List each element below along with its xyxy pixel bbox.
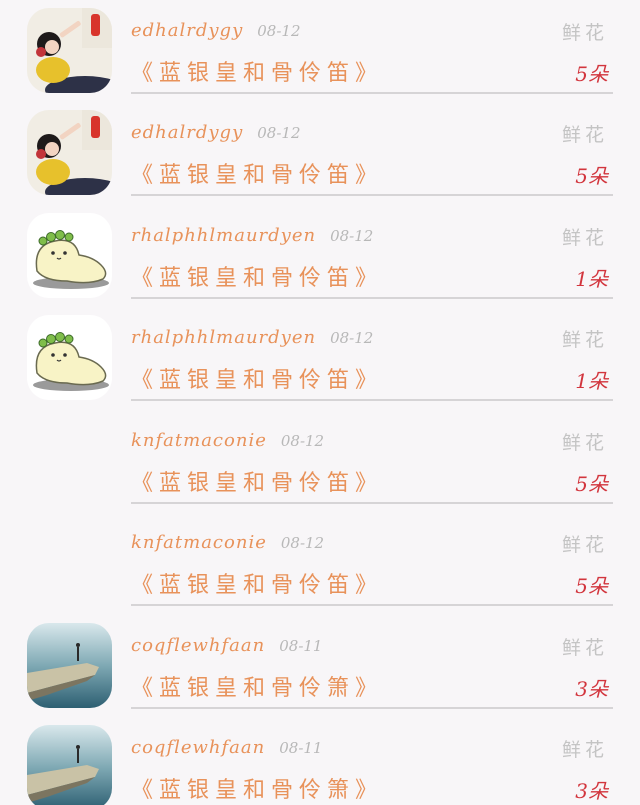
username[interactable]: coqflewhfaan 08-11	[131, 737, 322, 758]
book-title[interactable]: 《蓝银皇和骨伶笛》	[131, 55, 383, 87]
user-avatar[interactable]	[27, 725, 112, 805]
username-text[interactable]: knfatmaconie	[131, 430, 267, 451]
gift-date: 08-12	[330, 329, 374, 347]
book-title[interactable]: 《蓝银皇和骨伶箫》	[131, 670, 383, 702]
book-title[interactable]: 《蓝银皇和骨伶笛》	[131, 260, 383, 292]
gift-count: 5朵	[575, 574, 608, 598]
gift-type-label: 鲜花	[561, 739, 608, 761]
user-avatar[interactable]	[27, 8, 112, 93]
row-divider	[131, 707, 613, 709]
gift-record-item[interactable]: edhalrdygy 08-12 《蓝银皇和骨伶笛》 鲜花 5朵	[0, 102, 640, 204]
gift-type-label: 鲜花	[561, 534, 608, 556]
user-avatar[interactable]	[27, 623, 112, 708]
gift-count: 5朵	[575, 164, 608, 188]
username-text[interactable]: knfatmaconie	[131, 532, 267, 553]
gift-count: 3朵	[575, 779, 608, 803]
gift-record-item[interactable]: knfatmaconie 08-12 《蓝银皇和骨伶笛》 鲜花 5朵	[0, 512, 640, 614]
book-title[interactable]: 《蓝银皇和骨伶笛》	[131, 567, 383, 599]
gift-count: 5朵	[575, 472, 608, 496]
user-avatar[interactable]	[27, 315, 112, 400]
row-divider	[131, 92, 613, 94]
username[interactable]: knfatmaconie 08-12	[131, 430, 324, 451]
username[interactable]: knfatmaconie 08-12	[131, 532, 324, 553]
book-title[interactable]: 《蓝银皇和骨伶笛》	[131, 465, 383, 497]
gift-count: 1朵	[575, 267, 608, 291]
gift-date: 08-12	[280, 534, 325, 552]
row-divider	[131, 297, 613, 299]
gift-record-list: edhalrdygy 08-12 《蓝银皇和骨伶笛》 鲜花 5朵 edhalrdy…	[0, 0, 640, 805]
cartoon-blob-icon	[27, 315, 112, 400]
gift-record-item[interactable]: rhalphhlmaurdyen 08-12 《蓝银皇和骨伶笛》 鲜花 1朵	[0, 307, 640, 409]
gift-record-item[interactable]: coqflewhfaan 08-11 《蓝银皇和骨伶箫》 鲜花 3朵	[0, 717, 640, 805]
row-divider	[131, 502, 613, 504]
gift-date: 08-12	[257, 22, 301, 40]
username[interactable]: edhalrdygy 08-12	[131, 20, 301, 41]
row-divider	[131, 604, 613, 606]
gift-type-label: 鲜花	[561, 22, 608, 44]
girl-photo-icon	[27, 8, 112, 93]
username[interactable]: rhalphhlmaurdyen 08-12	[131, 225, 373, 246]
row-divider	[131, 194, 613, 196]
book-title[interactable]: 《蓝银皇和骨伶笛》	[131, 157, 383, 189]
book-title[interactable]: 《蓝银皇和骨伶箫》	[131, 772, 383, 804]
row-divider	[131, 399, 613, 401]
gift-type-label: 鲜花	[561, 227, 608, 249]
gift-date: 08-12	[330, 227, 374, 245]
gift-type-label: 鲜花	[561, 329, 608, 351]
gift-count: 3朵	[575, 677, 608, 701]
username-text[interactable]: edhalrdygy	[131, 20, 243, 41]
username-text[interactable]: rhalphhlmaurdyen	[131, 225, 316, 246]
book-title[interactable]: 《蓝银皇和骨伶笛》	[131, 362, 383, 394]
cliff-photo-icon	[27, 623, 112, 708]
gift-record-item[interactable]: knfatmaconie 08-12 《蓝银皇和骨伶笛》 鲜花 5朵	[0, 410, 640, 512]
username-text[interactable]: rhalphhlmaurdyen	[131, 327, 316, 348]
username[interactable]: rhalphhlmaurdyen 08-12	[131, 327, 373, 348]
username-text[interactable]: edhalrdygy	[131, 122, 243, 143]
gift-date: 08-11	[279, 637, 323, 655]
user-avatar[interactable]	[27, 213, 112, 298]
cliff-photo-icon	[27, 725, 112, 805]
gift-count: 1朵	[575, 369, 608, 393]
gift-date: 08-12	[257, 124, 301, 142]
girl-photo-icon	[27, 110, 112, 195]
gift-record-item[interactable]: coqflewhfaan 08-11 《蓝银皇和骨伶箫》 鲜花 3朵	[0, 615, 640, 717]
gift-date: 08-11	[279, 739, 323, 757]
username[interactable]: edhalrdygy 08-12	[131, 122, 301, 143]
cartoon-blob-icon	[27, 213, 112, 298]
username-text[interactable]: coqflewhfaan	[131, 737, 265, 758]
gift-type-label: 鲜花	[561, 124, 608, 146]
gift-type-label: 鲜花	[561, 432, 608, 454]
username[interactable]: coqflewhfaan 08-11	[131, 635, 322, 656]
gift-count: 5朵	[575, 62, 608, 86]
gift-record-item[interactable]: edhalrdygy 08-12 《蓝银皇和骨伶笛》 鲜花 5朵	[0, 0, 640, 102]
gift-type-label: 鲜花	[561, 637, 608, 659]
username-text[interactable]: coqflewhfaan	[131, 635, 265, 656]
user-avatar[interactable]	[27, 110, 112, 195]
gift-record-item[interactable]: rhalphhlmaurdyen 08-12 《蓝银皇和骨伶笛》 鲜花 1朵	[0, 205, 640, 307]
gift-date: 08-12	[280, 432, 325, 450]
